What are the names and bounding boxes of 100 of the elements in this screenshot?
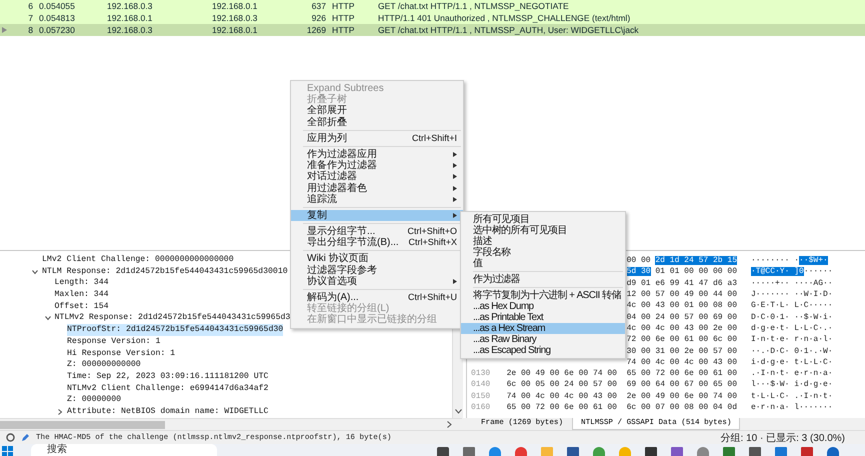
tree-item[interactable]: Maxlen: 344 [54,289,109,301]
menu-item[interactable]: 作为过滤器应用 [291,148,463,160]
menu-item[interactable]: Wiki 协议页面 [291,253,463,265]
menu-item[interactable]: 显示分组字节... Ctrl+Shift+O [291,226,463,238]
table-cell-text: 192.168.0.3 [211,13,258,23]
hex-bytes: 00 00 [626,256,652,266]
ascii-text: t·L·L·C· .·I·n·t· [751,392,833,401]
app-icon[interactable] [593,447,605,456]
menu-item[interactable]: 应用为列 Ctrl+Shift+I [291,132,463,144]
table-cell-text: 1269 [306,25,327,35]
hex-bytes: 72 00 6e 00 61 00 6c 00 [626,335,737,344]
table-cell-text: HTTP [331,25,356,35]
ascii-text: D·C·0·1· ··$·W·i· [751,312,833,322]
table-cell-text: 637 [310,1,327,11]
menu-item[interactable]: ...as Raw Binary [461,334,625,345]
table-cell-text: 192.168.0.1 [106,13,154,23]
horizontal-scrollbar[interactable] [0,418,462,430]
tree-item[interactable]: NTLM Response: 2d1d24572b15fe544043431c59965d30010 [42,266,288,278]
menu-item[interactable]: 解码为(A)... Ctrl+Shift+U [291,292,463,304]
menu-item[interactable]: ...as Printable Text [461,312,625,323]
menu-item[interactable]: 用过滤器着色 [291,182,463,194]
packet-row[interactable]: 7 0.054813 192.168.0.1 192.168.0.3 926 HTTP HTTP/1.1 401 Unauthorized , NTLMSSP_CHALLENGE (text/html) [0,12,865,24]
packet-row[interactable]: 8 0.057230 192.168.0.3 192.168.0.1 1269 HTTP GET /chat.txt HTTP/1.1 , NTLMSSP_AUTH, User: WIDGETLLC\jack [0,24,865,36]
hex-bytes: 01 01 00 00 00 00 [654,267,737,276]
table-cell-text: 0.054055 [38,1,76,11]
tree-item[interactable]: Time: Sep 22, 2023 03:09:16.111181200 UTC [67,370,268,383]
tree-item[interactable]: Offset: 154 [54,300,109,312]
ascii-text: ··.·D·C· 0·1·.·W· [751,346,833,356]
hex-bytes: 2e 00 49 00 6e 00 74 00 65 00 72 00 6e 00 61 00 [506,369,737,378]
ascii-text: ······ [804,267,833,276]
tree-item[interactable]: Length: 344 [54,277,109,290]
menu-item[interactable]: 描述 [461,236,625,247]
app-icon[interactable] [489,447,501,456]
packet-row[interactable]: 6 0.054055 192.168.0.3 192.168.0.1 637 HTTP GET /chat.txt HTTP/1.1 , NTLMSSP_NEGOTIATE [0,0,865,12]
menu-item[interactable]: ...as Hex Dump [461,301,625,312]
menu-item[interactable]: ...as a Hex Stream [461,323,625,334]
ascii-text: ·T@CC·Y· ]0 [751,267,804,276]
table-cell-text: 0.057230 [38,25,76,35]
menu-item[interactable]: 过滤器字段参考 [291,264,463,276]
menu-item[interactable]: 全部展开 [291,105,463,117]
menu-item[interactable]: 将字节复制为十六进制 + ASCII 转储 [461,290,625,301]
hex-bytes: 6c 00 05 00 24 00 57 00 69 00 64 00 67 00 65 00 [506,380,737,390]
hex-bytes: 65 00 72 00 6e 00 61 00 6c 00 07 00 08 00 04 0d [506,403,737,412]
ascii-text: d·g·e·t· L·L·C·.· [751,324,833,333]
offset-label: 0140 [470,380,492,390]
app-icon[interactable] [827,447,839,456]
table-cell-text: 192.168.0.3 [106,1,154,11]
pencil-icon[interactable] [21,433,30,442]
hex-bytes: 74 00 4c 00 4c 00 43 00 2e 00 49 00 6e 00 74 00 [506,392,737,401]
table-cell-text: 192.168.0.1 [211,25,258,35]
menu-item[interactable]: 复制 [291,210,463,222]
ascii-text: i·d·g·e· t·L·L·C· [751,358,833,367]
app-icon[interactable] [515,447,527,456]
table-cell-text: 926 [310,13,327,23]
menu-item[interactable]: 选中树的所有可见项目 [461,225,625,236]
menu-item[interactable]: ...as Escaped String [461,345,625,356]
ascii-text: l···$·W· i·d·g·e· [751,380,833,390]
ascii-text: G·E·T·L· L·C····· [751,301,833,310]
scroll-thumb[interactable] [0,420,165,428]
tree-item[interactable]: Z: 000000000000 [67,359,141,371]
tree-item[interactable]: NTLMv2 Client Challenge: e6994147d6a34af2 [67,382,268,394]
menu-item[interactable]: 协议首选项 [291,276,463,287]
menu-item[interactable]: 对话过滤器 [291,171,463,182]
table-cell-text: 192.168.0.1 [211,1,258,11]
hex-bytes: d9 01 e6 99 41 47 d6 a3 [626,278,737,288]
tree-item[interactable]: NTLMv2 Response: 2d1d24572b15fe544043431c59965d3 [54,312,290,324]
status-circle-icon[interactable] [6,433,15,442]
table-cell-text: HTTP [331,1,356,11]
tree-item[interactable]: Attribute: NetBIOS domain name: WIDGETLLC [67,406,268,418]
hex-bytes: 2d 1d 24 57 2b 15 [655,256,737,266]
ascii-text: .·I·n·t· e·r·n·a· [751,369,833,378]
tree-item[interactable]: Z: 00000000 [67,394,122,406]
hex-bytes: 30 00 31 00 2e 00 57 00 [626,346,737,356]
menu-item[interactable]: 值 [461,258,625,269]
menu-item[interactable]: 作为过滤器 [461,274,625,285]
tree-item[interactable]: Response Version: 1 [67,336,160,348]
windows-logo-icon[interactable] [2,446,13,456]
hex-bytes: 74 00 4c 00 4c 00 43 00 [626,358,737,367]
menu-item[interactable]: 导出分组字节流(B)... Ctrl+Shift+X [291,237,463,248]
ascii-text: e·r·n·a· l······· [751,403,833,412]
tree-item[interactable]: LMv2 Client Challenge: 0000000000000000 [42,254,234,266]
search-field[interactable]: 搜索 [31,444,217,456]
offset-label: 0150 [470,392,492,401]
tree-item[interactable]: NTProofStr: 2d1d24572b15fe544043431c59965d30 [67,324,284,336]
menu-item[interactable]: 所有可见项目 [461,214,625,225]
hex-bytes: 12 00 57 00 49 00 44 00 [626,290,737,300]
offset-label: 0160 [470,403,492,412]
hex-bytes: 4c 00 43 00 01 00 08 00 [626,301,737,310]
table-cell-text: GET /chat.txt HTTP/1.1 , NTLMSSP_AUTH, User: WIDGETLLC\jack [377,25,640,35]
ascii-text: I·n·t·e· r·n·a·l· [751,335,833,344]
menu-item[interactable]: 全部折叠 [291,116,463,128]
menu-item[interactable]: 追踪流 [291,194,463,205]
hex-bytes: 04 00 24 00 57 00 69 00 [626,312,737,322]
ascii-text: ··$W+· [799,256,828,266]
table-cell-text: GET /chat.txt HTTP/1.1 , NTLMSSP_NEGOTIATE [377,1,570,11]
table-cell-text: 0.054813 [38,13,76,23]
app-icon[interactable] [697,447,709,456]
menu-item[interactable]: 字段名称 [461,247,625,258]
tree-item[interactable]: Hi Response Version: 1 [67,348,176,360]
menu-item[interactable]: 准备作为过滤器 [291,160,463,172]
